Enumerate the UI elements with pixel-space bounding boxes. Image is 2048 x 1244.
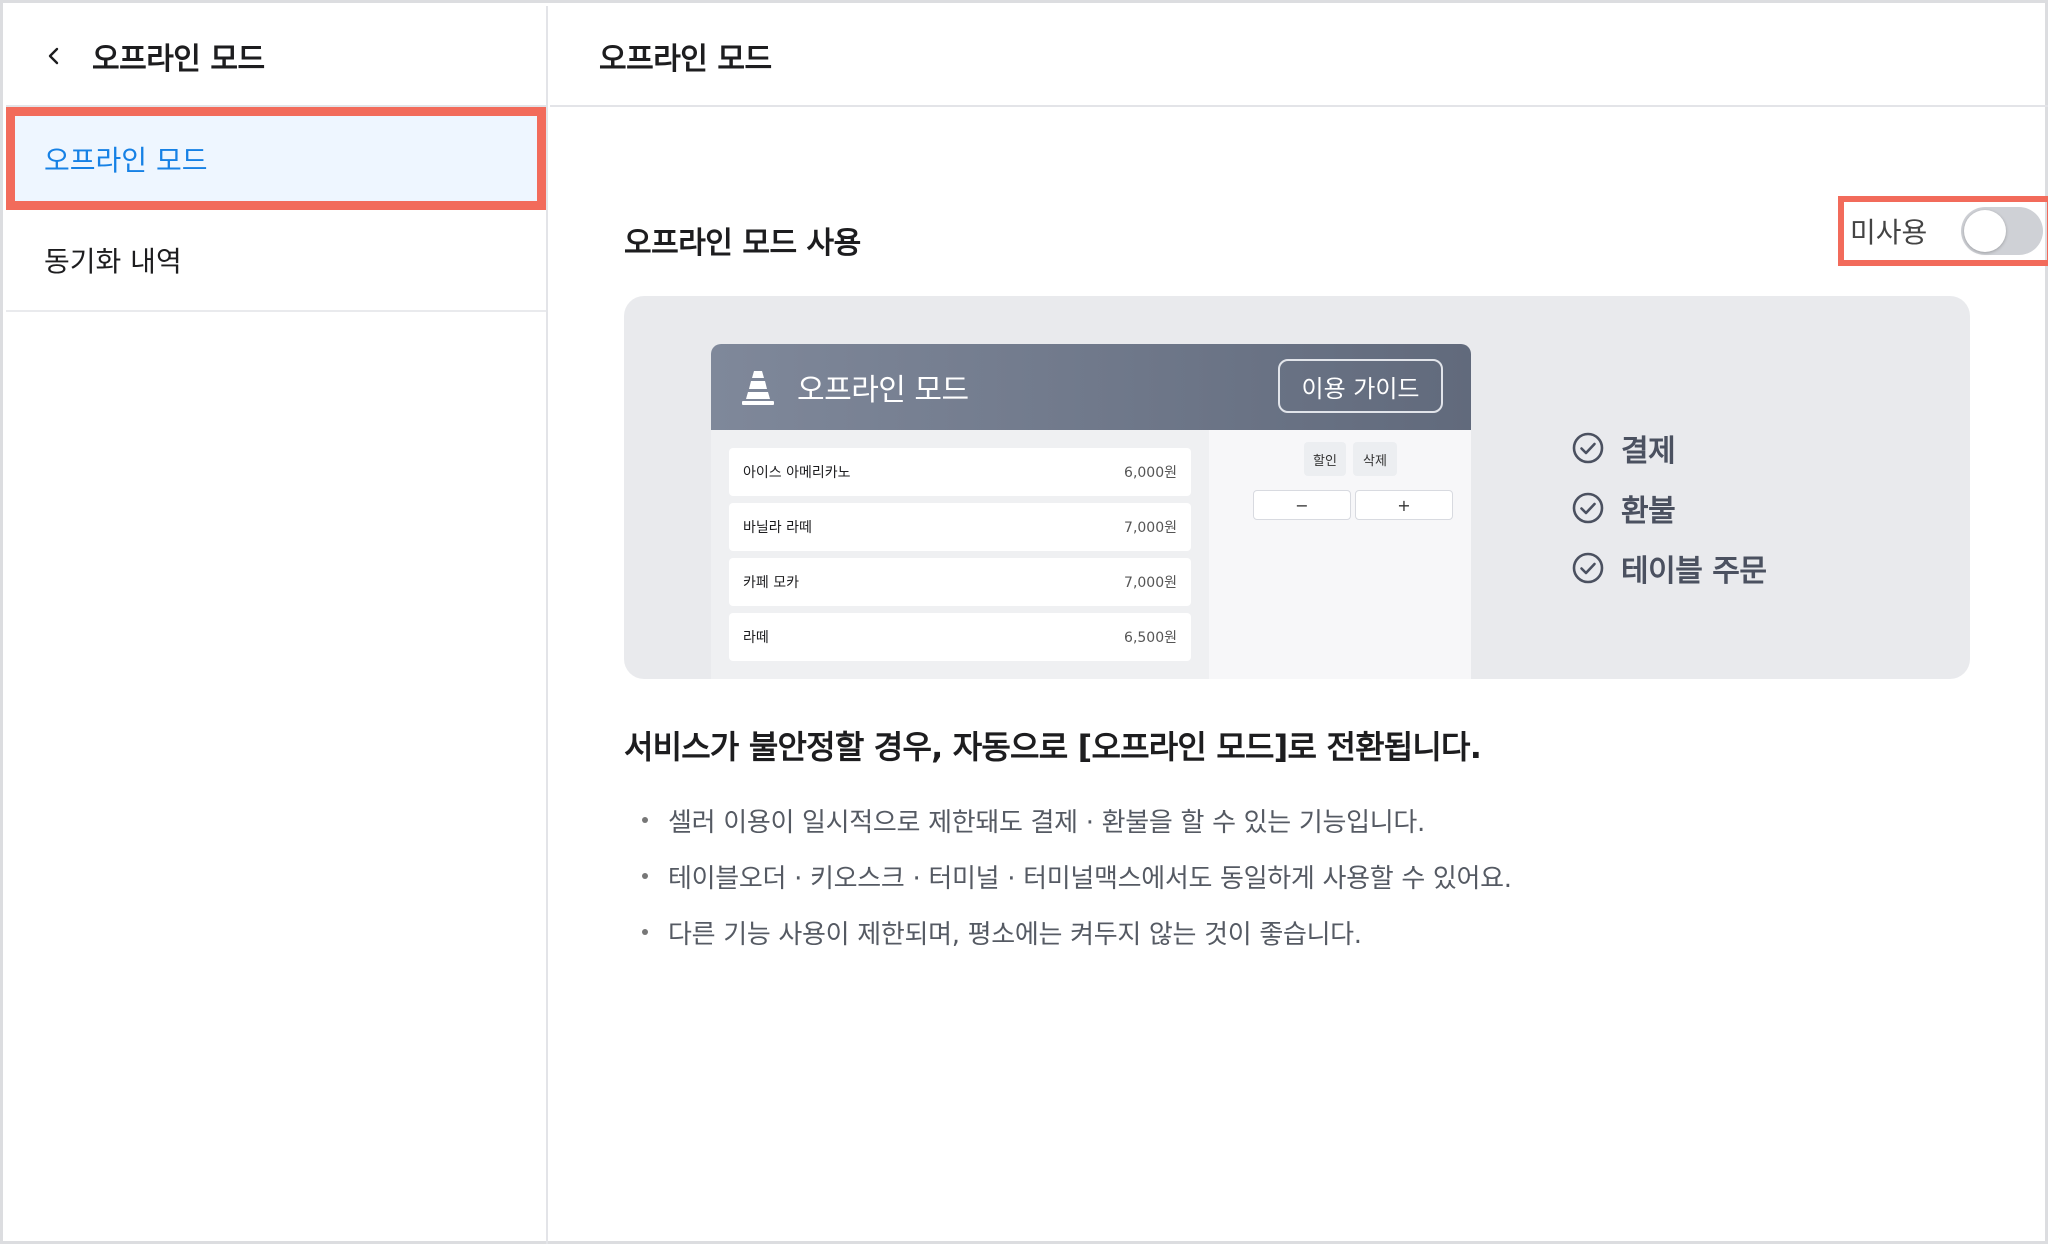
back-arrow-icon[interactable] [44,46,64,66]
offline-mode-preview: 오프라인 모드 이용 가이드 아이스 아메리카노 6,000원 바닐라 라떼 7… [624,296,1970,679]
mock-menu-item: 바닐라 라떼 7,000원 [729,503,1191,551]
app-window: 오프라인 모드 오프라인 모드 동기화 내역 오프라인 모드 오프라인 모드 사… [0,0,2048,1244]
menu-item-name: 아이스 아메리카노 [743,465,851,481]
toggle-knob [1964,210,2007,252]
bullet-item: 테이블오더 · 키오스크 · 터미널 · 터미널맥스에서도 동일하게 사용할 수… [642,848,1512,904]
check-circle-icon [1571,491,1605,525]
menu-item-price: 7,000원 [1124,575,1177,591]
feature-list: 결제 환불 테이블 주문 [1571,418,1767,598]
menu-item-name: 라떼 [743,630,769,646]
page-title: 오프라인 모드 [599,41,772,77]
mock-menu-list: 아이스 아메리카노 6,000원 바닐라 라떼 7,000원 카페 모카 7,0… [711,430,1209,679]
sidebar-item-label: 오프라인 모드 [44,143,208,177]
description-title: 서비스가 불안정할 경우, 자동으로 [오프라인 모드]로 전환됩니다. [624,728,1482,766]
mock-title: 오프라인 모드 [797,373,969,408]
offline-mode-toggle-area[interactable]: 미사용 [1838,196,2048,266]
toggle-status-text: 미사용 [1850,216,1928,249]
mock-controls: 할인 삭제 − + [1209,430,1471,679]
bullet-item: 다른 기능 사용이 제한되며, 평소에는 켜두지 않는 것이 좋습니다. [642,904,1512,960]
mock-discount-button: 할인 [1304,442,1346,476]
menu-item-price: 6,500원 [1124,630,1177,646]
offline-mode-setting-row: 오프라인 모드 사용 미사용 [624,196,2048,278]
traffic-cone-icon [741,369,775,405]
menu-item-price: 7,000원 [1124,520,1177,536]
bullet-text: 테이블오더 · 키오스크 · 터미널 · 터미널맥스에서도 동일하게 사용할 수… [668,863,1512,894]
sidebar-title: 오프라인 모드 [92,41,265,77]
menu-item-price: 6,000원 [1124,465,1177,481]
sidebar-item-offline-mode[interactable]: 오프라인 모드 [6,107,546,210]
guide-button: 이용 가이드 [1278,359,1443,413]
feature-label: 결제 [1621,434,1676,469]
mock-menu-item: 카페 모카 7,000원 [729,558,1191,606]
offline-mode-toggle[interactable] [1961,207,2044,255]
mock-screen: 오프라인 모드 이용 가이드 아이스 아메리카노 6,000원 바닐라 라떼 7… [711,344,1471,679]
setting-label: 오프라인 모드 사용 [624,226,861,261]
bullet-dot [642,929,648,935]
feature-item: 테이블 주문 [1571,538,1767,598]
check-circle-icon [1571,551,1605,585]
feature-item: 결제 [1571,418,1766,478]
mock-minus-button: − [1253,490,1351,520]
menu-item-name: 카페 모카 [743,575,799,591]
bullet-item: 셀러 이용이 일시적으로 제한돼도 결제 · 환불을 할 수 있는 기능입니다. [642,792,1512,848]
bullet-text: 셀러 이용이 일시적으로 제한돼도 결제 · 환불을 할 수 있는 기능입니다. [668,807,1425,838]
check-circle-icon [1571,431,1605,465]
main-header: 오프라인 모드 [550,6,2048,107]
bullet-text: 다른 기능 사용이 제한되며, 평소에는 켜두지 않는 것이 좋습니다. [668,919,1362,950]
feature-label: 환불 [1621,494,1676,529]
mock-header: 오프라인 모드 이용 가이드 [711,344,1471,430]
feature-label: 테이블 주문 [1621,554,1767,589]
feature-item: 환불 [1571,478,1766,538]
sidebar: 오프라인 모드 오프라인 모드 동기화 내역 [6,6,548,1244]
description-bullets: 셀러 이용이 일시적으로 제한돼도 결제 · 환불을 할 수 있는 기능입니다.… [642,792,1512,960]
menu-item-name: 바닐라 라떼 [743,520,812,536]
main-panel: 오프라인 모드 오프라인 모드 사용 미사용 오프라인 모드 이용 가이드 아이… [550,6,2048,1244]
sidebar-item-label: 동기화 내역 [44,245,182,278]
bullet-dot [642,817,648,823]
sidebar-header: 오프라인 모드 [6,6,546,107]
mock-menu-item: 아이스 아메리카노 6,000원 [729,448,1191,496]
mock-menu-item: 라떼 6,500원 [729,613,1191,661]
mock-plus-button: + [1355,490,1453,520]
sidebar-item-sync-history[interactable]: 동기화 내역 [6,210,546,312]
mock-delete-button: 삭제 [1353,442,1397,476]
bullet-dot [642,873,648,879]
